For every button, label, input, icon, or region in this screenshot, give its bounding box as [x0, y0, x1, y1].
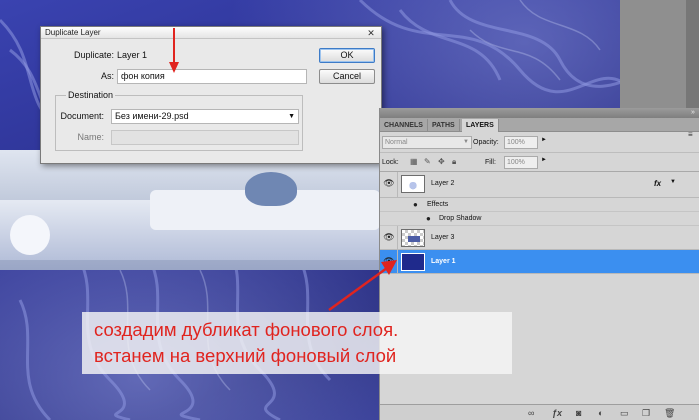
layer-thumbnail [401, 175, 425, 193]
blend-mode-select[interactable]: Normal ▼ [382, 136, 472, 149]
add-mask-icon[interactable]: ◙ [576, 407, 581, 419]
annotation-arrow-to-layer-1 [328, 260, 397, 312]
as-label: As: [100, 71, 114, 81]
eye-icon[interactable]: 👁︎ [383, 178, 395, 188]
effects-row[interactable]: ● Effects [380, 198, 699, 212]
caption-line-1: создадим дубликат фонового слоя. [94, 319, 399, 340]
layer-name[interactable]: Layer 3 [431, 232, 454, 243]
ok-button[interactable]: OK [319, 48, 375, 63]
add-style-icon[interactable]: ƒx [552, 407, 562, 419]
visibility-cell[interactable]: 👁︎ [380, 172, 398, 197]
chevron-right-icon[interactable]: ► [541, 137, 547, 143]
lock-transparency-icon[interactable]: ▦ [410, 156, 418, 168]
chevron-down-icon: ▼ [463, 139, 469, 145]
layer-thumbnail [401, 253, 425, 271]
fill-input[interactable]: 100% [504, 156, 538, 169]
blend-row: Normal ▼ Opacity: 100% ► [380, 133, 699, 153]
adjustment-layer-icon[interactable]: ◐ [598, 407, 603, 419]
tab-layers[interactable]: LAYERS [462, 119, 499, 132]
duplicate-source-value: Layer 1 [117, 50, 148, 60]
dialog-close-button[interactable]: ✕ [365, 28, 377, 38]
eye-icon[interactable]: ● [426, 214, 431, 224]
panel-tabs: CHANNELS PATHS LAYERS ≡ [380, 118, 699, 139]
chair-shape [10, 215, 50, 255]
tab-paths[interactable]: PATHS [428, 119, 460, 132]
cancel-button[interactable]: Cancel [319, 69, 375, 84]
tab-channels[interactable]: CHANNELS [380, 119, 428, 132]
new-group-icon[interactable]: ▭ [620, 407, 629, 419]
name-input [111, 130, 299, 145]
as-name-input[interactable]: фон копия [117, 69, 307, 84]
panel-footer: ∞ ƒx ◙ ◐ ▭ ❐ 🗑︎ [380, 404, 699, 420]
layer-row-layer-2[interactable]: 👁︎ Layer 2 fx ▼ [380, 172, 699, 198]
workspace-scrollbar[interactable] [686, 0, 699, 108]
name-label: Name: [77, 132, 104, 142]
fx-icon[interactable]: fx [654, 178, 661, 189]
lock-all-icon[interactable]: 🔒︎ [452, 156, 456, 168]
blend-mode-value: Normal [385, 139, 408, 146]
instruction-caption: создадим дубликат фонового слоя. встанем… [82, 312, 512, 374]
layer-thumbnail [401, 229, 425, 247]
duplicate-layer-dialog: Duplicate Layer ✕ Duplicate: Layer 1 As:… [40, 26, 382, 164]
effects-label: Effects [427, 201, 449, 208]
chevron-down-icon: ▼ [288, 113, 295, 120]
thumbnail-content [408, 236, 420, 242]
opacity-label: Opacity: [473, 139, 499, 146]
layer-row-layer-1[interactable]: 👁︎ Layer 1 [380, 250, 699, 274]
lock-move-icon[interactable]: ✥ [438, 156, 445, 168]
delete-layer-icon[interactable]: 🗑︎ [664, 407, 675, 419]
opacity-input[interactable]: 100% [504, 136, 538, 149]
document-select[interactable]: Без имени-29.psd ▼ [111, 109, 299, 124]
document-label: Document: [60, 111, 104, 121]
visibility-cell[interactable]: 👁︎ [380, 226, 398, 249]
duplicate-label: Duplicate: [73, 50, 114, 60]
link-layers-icon[interactable]: ∞ [528, 407, 534, 419]
panel-header[interactable]: » [380, 108, 699, 118]
layer-list: 👁︎ Layer 2 fx ▼ ● Effects ● Drop Shadow … [380, 172, 699, 274]
drop-shadow-row[interactable]: ● Drop Shadow [380, 212, 699, 226]
dialog-title: Duplicate Layer [45, 28, 101, 37]
lock-row: Lock: ▦ ✎ ✥ 🔒︎ Fill: 100% ► [380, 153, 699, 172]
drop-shadow-label: Drop Shadow [439, 215, 482, 222]
layer-name[interactable]: Layer 1 [431, 256, 456, 267]
new-layer-icon[interactable]: ❐ [642, 407, 650, 419]
lock-label: Lock: [382, 159, 399, 166]
lock-brush-icon[interactable]: ✎ [424, 156, 431, 168]
eye-icon[interactable]: ● [413, 200, 418, 210]
teapot-shape [245, 172, 297, 206]
chevron-down-icon[interactable]: ▼ [670, 179, 676, 185]
fill-label: Fill: [485, 159, 496, 166]
document-select-value: Без имени-29.psd [115, 111, 189, 121]
panel-collapse-icon[interactable]: » [691, 108, 695, 118]
destination-legend: Destination [66, 89, 116, 101]
annotation-arrow-to-as-field [169, 28, 179, 73]
dialog-titlebar[interactable]: Duplicate Layer ✕ [41, 27, 381, 39]
eye-icon[interactable]: 👁︎ [383, 232, 395, 242]
layer-row-layer-3[interactable]: 👁︎ Layer 3 [380, 226, 699, 250]
chevron-right-icon[interactable]: ► [541, 157, 547, 163]
caption-line-2: встанем на верхний фоновый слой [94, 345, 397, 366]
layer-name[interactable]: Layer 2 [431, 178, 454, 189]
